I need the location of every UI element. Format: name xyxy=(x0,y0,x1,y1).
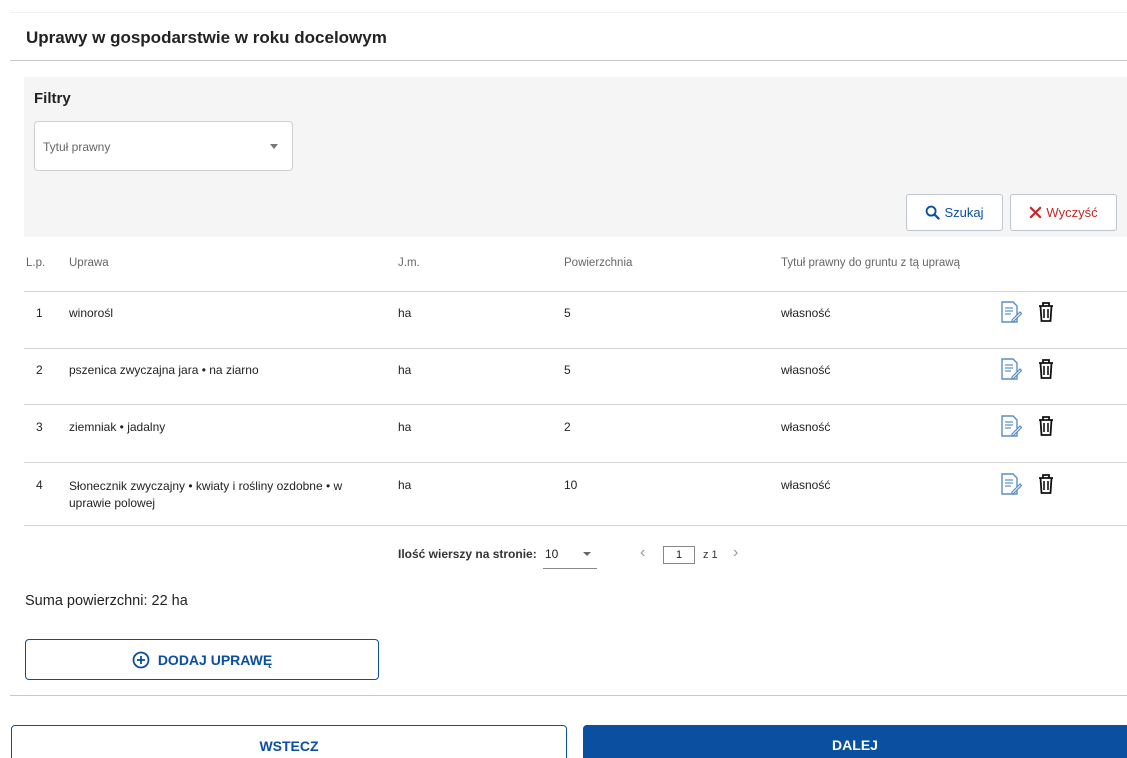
title-divider xyxy=(10,60,1127,61)
header-unit: J.m. xyxy=(398,257,420,269)
table-divider xyxy=(24,348,1127,349)
row-lp: 2 xyxy=(36,363,43,377)
page: Uprawy w gospodarstwie w roku docelowym … xyxy=(0,0,1127,758)
back-button-label: WSTECZ xyxy=(259,738,319,754)
row-crop-line: Słonecznik zwyczajny • kwiaty i rośliny … xyxy=(69,479,343,493)
rows-per-page-text: Ilość wierszy na stronie: xyxy=(398,547,537,561)
search-button[interactable]: Szukaj xyxy=(906,194,1003,231)
row-unit: ha xyxy=(398,478,412,492)
card-top-border xyxy=(10,12,1127,13)
close-icon xyxy=(1030,206,1042,219)
row-actions xyxy=(1000,472,1056,496)
row-area: 10 xyxy=(564,478,578,492)
filters-title: Filtry xyxy=(34,90,71,107)
row-unit: ha xyxy=(398,420,412,434)
header-area: Powierzchnia xyxy=(564,257,633,269)
row-actions xyxy=(1000,300,1056,324)
back-button[interactable]: WSTECZ xyxy=(11,725,567,758)
total-area: Suma powierzchni: 22 ha xyxy=(25,593,188,609)
chevron-down-icon xyxy=(583,552,591,556)
add-crop-label: DODAJ UPRAWĘ xyxy=(157,651,273,668)
edit-icon[interactable] xyxy=(1000,472,1022,496)
row-legal-title: własność xyxy=(781,306,831,320)
row-area: 2 xyxy=(564,420,571,434)
rows-per-page-value: 10 xyxy=(545,547,559,561)
row-crop: ziemniak • jadalny xyxy=(69,420,166,434)
row-legal-title: własność xyxy=(781,363,831,377)
row-crop-line: uprawie polowej xyxy=(69,496,156,510)
legal-title-placeholder: Tytuł prawny xyxy=(43,140,111,154)
row-lp: 3 xyxy=(36,420,43,434)
row-lp: 1 xyxy=(36,306,43,320)
rows-per-page-select[interactable]: 10 xyxy=(543,547,597,569)
row-unit: ha xyxy=(398,363,412,377)
chevron-right-icon[interactable]: › xyxy=(733,544,738,562)
legal-title-select[interactable]: Tytuł prawny xyxy=(34,121,293,171)
header-legal-title: Tytuł prawny do gruntu z tą uprawą xyxy=(781,257,960,269)
next-button-label: DALEJ xyxy=(832,737,878,753)
header-lp: L.p. xyxy=(26,257,46,269)
edit-icon[interactable] xyxy=(1000,300,1022,324)
row-lp: 4 xyxy=(36,478,43,492)
page-number-input[interactable]: 1 xyxy=(663,546,695,564)
trash-icon[interactable] xyxy=(1036,357,1056,381)
row-actions xyxy=(1000,357,1056,381)
add-crop-button[interactable]: DODAJ UPRAWĘ xyxy=(25,639,379,680)
row-crop: Słonecznik zwyczajny • kwiaty i rośliny … xyxy=(69,478,379,512)
row-area: 5 xyxy=(564,363,571,377)
row-legal-title: własność xyxy=(781,420,831,434)
next-button[interactable]: DALEJ xyxy=(583,725,1127,758)
trash-icon[interactable] xyxy=(1036,414,1056,438)
chevron-down-icon xyxy=(270,144,278,149)
edit-icon[interactable] xyxy=(1000,414,1022,438)
row-unit: ha xyxy=(398,306,412,320)
chevron-left-icon[interactable]: ‹ xyxy=(640,544,645,562)
clear-button-label: Wyczyść xyxy=(1046,205,1098,220)
bottom-divider xyxy=(10,695,1127,696)
row-crop: winorośl xyxy=(69,306,114,320)
row-crop: pszenica zwyczajna jara • na ziarno xyxy=(69,363,259,377)
clear-button[interactable]: Wyczyść xyxy=(1010,194,1117,231)
table-divider xyxy=(24,404,1127,405)
header-crop: Uprawa xyxy=(69,257,109,269)
trash-icon[interactable] xyxy=(1036,472,1056,496)
trash-icon[interactable] xyxy=(1036,300,1056,324)
filters-panel: Filtry Tytuł prawny Szukaj Wyczyść xyxy=(24,77,1127,237)
table-header: L.p. Uprawa J.m. Powierzchnia Tytuł praw… xyxy=(24,257,1127,277)
row-actions xyxy=(1000,414,1056,438)
rows-per-page-label: Ilość wierszy na stronie: xyxy=(398,547,537,561)
row-area: 5 xyxy=(564,306,571,320)
page-total: z 1 xyxy=(703,549,718,561)
search-icon xyxy=(926,205,941,220)
table-divider xyxy=(24,462,1127,463)
plus-circle-icon xyxy=(132,651,150,668)
page-title: Uprawy w gospodarstwie w roku docelowym xyxy=(26,28,387,47)
table-divider xyxy=(24,525,1127,526)
edit-icon[interactable] xyxy=(1000,357,1022,381)
table-divider xyxy=(24,291,1127,292)
search-button-label: Szukaj xyxy=(944,205,984,220)
row-legal-title: własność xyxy=(781,478,831,492)
